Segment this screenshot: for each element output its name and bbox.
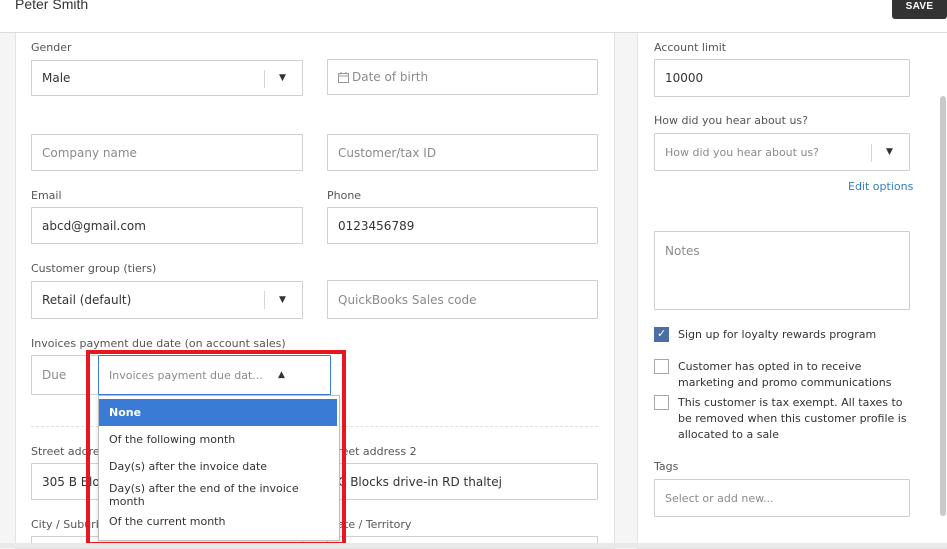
marketing-opt-in-label: Customer has opted in to receive marketi… (678, 360, 892, 389)
referral-source-label: How did you hear about us? (654, 114, 808, 127)
city-label: City / Suburb (31, 518, 103, 531)
calendar-icon (338, 71, 349, 83)
customer-group-select[interactable]: Retail (default) ▼ (31, 281, 303, 319)
account-limit-value: 10000 (665, 71, 704, 85)
marketing-opt-in-checkbox[interactable] (654, 359, 669, 374)
tags-input[interactable]: Select or add new... (654, 479, 910, 517)
due-placeholder: Due (42, 368, 67, 382)
top-bar: Peter Smith SAVE (0, 0, 947, 33)
dropdown-option-current-month[interactable]: Of the current month (99, 508, 337, 535)
gender-value: Male (42, 71, 71, 85)
checkmark-icon: ✓ (657, 327, 667, 340)
caret-up-icon: ▲ (278, 370, 285, 380)
tax-exempt-checkbox[interactable] (654, 395, 669, 410)
customer-group-value: Retail (default) (42, 293, 132, 307)
tags-placeholder: Select or add new... (665, 491, 774, 505)
due-date-label: Invoices payment due date (on account sa… (31, 337, 286, 350)
caret-down-icon: ▼ (279, 295, 286, 305)
caret-down-icon: ▼ (886, 147, 893, 157)
street-address-value: 305 B Bloc (42, 474, 107, 489)
loyalty-rewards-checkbox[interactable]: ✓ (654, 327, 669, 342)
account-limit-label: Account limit (654, 41, 727, 54)
street-address-2-value: C Blocks drive-in RD thaltej (338, 474, 502, 489)
dropdown-option-none[interactable]: None (99, 399, 337, 426)
email-label: Email (31, 189, 62, 202)
phone-input[interactable]: 0123456789 (327, 207, 598, 244)
account-limit-input[interactable]: 10000 (654, 59, 910, 97)
bottom-strip (0, 543, 947, 548)
tax-exempt-label: This customer is tax exempt. All taxes t… (678, 396, 907, 441)
email-value: abcd@gmail.com (42, 218, 146, 233)
phone-label: Phone (327, 189, 362, 202)
customer-group-label: Customer group (tiers) (31, 262, 157, 275)
street-address-2-input[interactable]: C Blocks drive-in RD thaltej (327, 463, 598, 500)
due-input[interactable]: Due (31, 355, 99, 395)
company-name-input[interactable]: Company name (31, 134, 303, 171)
company-placeholder: Company name (42, 145, 137, 160)
select-separator (264, 291, 265, 309)
loyalty-rewards-label: Sign up for loyalty rewards program (678, 328, 877, 341)
customer-name: Peter Smith (15, 0, 89, 12)
notes-textarea[interactable]: Notes (654, 231, 910, 310)
email-input[interactable]: abcd@gmail.com (31, 207, 303, 244)
phone-value: 0123456789 (338, 218, 415, 233)
due-type-placeholder: Invoices payment due dat... (109, 368, 263, 382)
dropdown-option-days-after-invoice[interactable]: Day(s) after the invoice date (99, 453, 337, 480)
select-separator (264, 70, 265, 88)
caret-down-icon: ▼ (279, 73, 286, 83)
dropdown-option-days-after-end-of-month[interactable]: Day(s) after the end of the invoice mont… (99, 481, 337, 508)
due-date-type-select[interactable]: Invoices payment due dat... ▲ (98, 355, 331, 395)
select-separator (871, 144, 872, 162)
date-of-birth-field[interactable]: Date of birth (327, 59, 598, 95)
scrollbar[interactable] (940, 96, 946, 516)
notes-placeholder: Notes (665, 244, 700, 258)
referral-source-placeholder: How did you hear about us? (665, 145, 819, 159)
edit-options-link[interactable]: Edit options (848, 180, 913, 193)
due-date-type-dropdown: None Of the following month Day(s) after… (98, 395, 340, 541)
customer-tax-id-input[interactable]: Customer/tax ID (327, 134, 598, 171)
tax-id-placeholder: Customer/tax ID (338, 145, 437, 160)
quickbooks-sales-code-input[interactable]: QuickBooks Sales code (327, 280, 598, 319)
dropdown-option-following-month[interactable]: Of the following month (99, 426, 337, 453)
referral-source-select[interactable]: How did you hear about us? ▼ (654, 133, 910, 171)
gender-label: Gender (31, 41, 72, 54)
qb-code-placeholder: QuickBooks Sales code (338, 292, 477, 307)
tags-label: Tags (654, 460, 679, 473)
gender-select[interactable]: Male ▼ (31, 60, 303, 96)
dob-placeholder: Date of birth (352, 70, 429, 84)
save-button[interactable]: SAVE (892, 0, 947, 19)
